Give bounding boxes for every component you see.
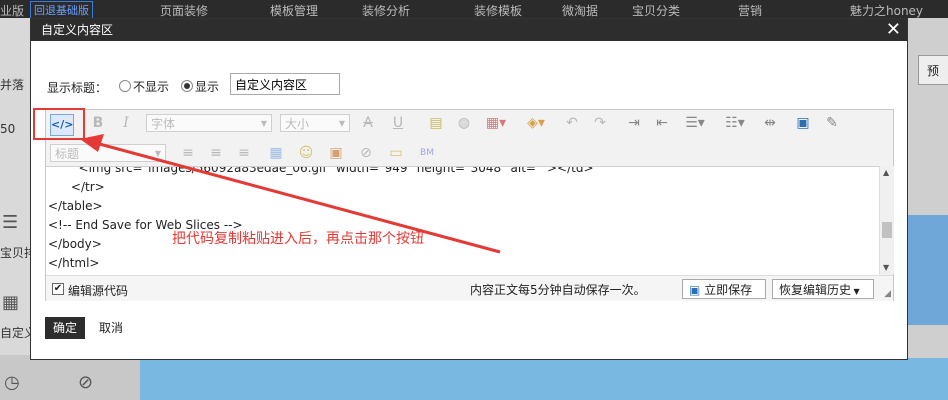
heading-select[interactable]: 标题 ▼ — [50, 144, 166, 162]
radio-hide-title[interactable] — [119, 80, 131, 92]
edition-label: 业版 — [0, 4, 25, 18]
code-line: </table> — [48, 199, 103, 213]
annotation-highlight-box — [33, 108, 85, 140]
code-line: <!-- End Save for Web Slices --> — [48, 218, 243, 232]
flash-icon[interactable]: ⊘ — [358, 144, 374, 162]
dialog-title: 自定义内容区 — [41, 23, 114, 37]
bm-icon[interactable]: BM — [418, 144, 436, 162]
radio-hide-label: 不显示 — [133, 80, 170, 94]
dialog-titlebar: 自定义内容区 ✕ — [31, 19, 907, 41]
resize-handle-icon[interactable]: ◢ — [884, 289, 891, 299]
background-color-icon[interactable]: ◈▾ — [524, 114, 548, 132]
font-color-icon[interactable]: ▦▾ — [484, 114, 508, 132]
template-icon[interactable]: ▭ — [388, 144, 404, 162]
numbered-list-icon[interactable]: ☷▾ — [722, 114, 748, 132]
code-line: <img src="images/56092a83edae_06.gif" wi… — [48, 166, 594, 175]
show-title-label: 显示标题： — [47, 81, 108, 95]
toolbar-row-2: 标题 ▼ ≡ ≡ ≡ ▦ ☺ ▣ ⊘ ▭ BM — [46, 140, 893, 166]
align-center-icon[interactable]: ≡ — [208, 144, 224, 162]
media-icon[interactable]: ▣ — [328, 144, 344, 162]
font-family-select[interactable]: 字体 ▼ — [146, 114, 272, 132]
radio-show-title[interactable] — [181, 80, 193, 92]
autosave-text: 内容正文每5分钟自动保存一次。 — [470, 283, 646, 297]
sort-icon: ☰ — [2, 212, 19, 233]
custom-content-dialog: 自定义内容区 ✕ 显示标题： 不显示 显示 </> B I 字体▼ 大小▼ A … — [30, 18, 908, 360]
top-nav-bar: 业版 回退基础版 页面装修 模板管理 装修分析 装修模板 微淘据 宝贝分类 营销… — [0, 0, 948, 19]
code-line: </html> — [48, 256, 100, 270]
revert-basic-badge[interactable]: 回退基础版 — [30, 1, 93, 19]
code-scrollbar[interactable]: ▲ ▼ — [879, 166, 894, 274]
confirm-button[interactable]: 确定 — [45, 317, 85, 339]
title-input[interactable] — [230, 73, 340, 95]
align-left-icon[interactable]: ≡ — [180, 144, 196, 162]
insert-image-icon[interactable]: ▣ — [794, 114, 812, 132]
clock-icon: ◷ — [4, 372, 20, 393]
radio-show-label: 显示 — [195, 80, 220, 94]
scroll-thumb[interactable] — [882, 222, 892, 238]
edit-source-label: 编辑源代码 — [68, 284, 129, 298]
compass-icon: ⊘ — [78, 372, 94, 393]
align-right-icon[interactable]: ≡ — [236, 144, 252, 162]
restore-history-button[interactable]: 恢复编辑历史 ▼ — [772, 279, 874, 299]
chevron-down-icon: ▼ — [851, 287, 860, 296]
code-line: </tr> — [48, 180, 105, 194]
link-icon[interactable]: ◍ — [456, 114, 472, 132]
font-size-select[interactable]: 大小 ▼ — [280, 114, 350, 132]
background-preview-button[interactable]: 预 — [918, 55, 948, 85]
close-icon[interactable]: ✕ — [886, 19, 901, 41]
bullet-list-icon[interactable]: ☰▾ — [682, 114, 708, 132]
save-icon: ▣ — [689, 283, 705, 297]
nav-decoration-template[interactable]: 装修模板 — [474, 2, 522, 19]
nav-weitao[interactable]: 微淘据 — [562, 2, 598, 19]
nav-decoration-analysis[interactable]: 装修分析 — [362, 2, 410, 19]
background-canvas — [140, 358, 948, 400]
nav-template-manage[interactable]: 模板管理 — [270, 2, 318, 19]
outdent-icon[interactable]: ⇤ — [654, 114, 670, 132]
toolbar-row-1: </> B I 字体 ▼ 大小 ▼ A U ▤ ◍ ▦▾ ◈▾ ↶ ↷ ⇥ ⇤ ☰▾… — [46, 110, 893, 136]
source-code-area[interactable]: <img src="images/56092a83edae_06.gif" wi… — [46, 166, 879, 275]
shop-name: 魅力之honey — [850, 4, 924, 18]
undo-icon[interactable]: ↶ — [564, 114, 580, 132]
rich-text-editor: </> B I 字体 ▼ 大小 ▼ A U ▤ ◍ ▦▾ ◈▾ ↶ ↷ ⇥ ⇤ ☰▾… — [45, 109, 894, 301]
indent-icon[interactable]: ⇥ — [626, 114, 642, 132]
table-icon[interactable]: ▦ — [268, 144, 284, 162]
nav-marketing[interactable]: 营销 — [738, 2, 762, 19]
bold-icon[interactable]: B — [90, 114, 106, 132]
code-line: </body> — [48, 237, 102, 251]
horizontal-rule-icon[interactable]: ⇹ — [762, 114, 778, 132]
background-sidebar — [0, 355, 140, 400]
redo-icon[interactable]: ↷ — [592, 114, 608, 132]
italic-icon[interactable]: I — [118, 114, 134, 132]
scroll-up-icon[interactable]: ▲ — [883, 168, 889, 177]
save-now-button[interactable]: ▣ 立即保存 — [682, 279, 766, 299]
scroll-down-icon[interactable]: ▼ — [883, 263, 889, 272]
underline-icon[interactable]: U — [390, 114, 406, 132]
grid-icon: ▦ — [2, 292, 20, 313]
editor-statusbar: ✔ 编辑源代码 内容正文每5分钟自动保存一次。 ▣ 立即保存 恢复编辑历史 ▼ … — [46, 275, 893, 301]
highlight-icon[interactable]: ▤ — [428, 114, 444, 132]
edit-source-checkbox[interactable]: ✔ — [52, 283, 64, 295]
bg-text-1: 并落 — [0, 78, 25, 92]
bg-text-2: 50 — [0, 122, 16, 136]
strikethrough-icon[interactable]: A — [360, 114, 376, 132]
annotation-text: 把代码复制粘贴进入后，再点击那个按钮 — [172, 231, 424, 247]
nav-item-category[interactable]: 宝贝分类 — [632, 2, 680, 19]
background-canvas-right — [905, 215, 948, 325]
cancel-button[interactable]: 取消 — [99, 317, 123, 339]
nav-page-decoration[interactable]: 页面装修 — [160, 2, 208, 19]
clear-format-icon[interactable]: ✎ — [824, 114, 840, 132]
emoticon-icon[interactable]: ☺ — [298, 144, 314, 162]
